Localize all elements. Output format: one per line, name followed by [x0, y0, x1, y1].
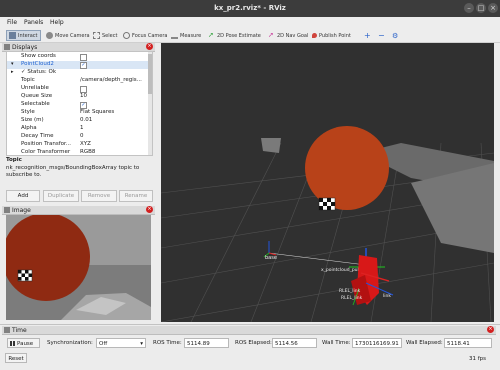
image-panel-header: Image ×	[2, 206, 155, 215]
move-camera-icon	[46, 32, 53, 39]
window-titlebar: kx_pr2.rviz* - RViz – □ ×	[0, 0, 500, 17]
display-row-queue-size[interactable]: Queue Size 10	[7, 93, 152, 101]
display-row-selectable[interactable]: Selectable ✓	[7, 101, 152, 109]
scene-box-left	[261, 138, 281, 153]
menu-file[interactable]: File	[7, 19, 17, 26]
image-icon	[4, 207, 10, 213]
red-ball	[305, 126, 389, 210]
time-panel-header: Time ×	[2, 326, 496, 335]
close-panel-icon[interactable]: ×	[146, 206, 153, 213]
reset-button[interactable]: Reset	[5, 353, 27, 363]
interact-icon	[9, 32, 16, 39]
close-panel-icon[interactable]: ×	[487, 326, 494, 333]
menu-panels[interactable]: Panels	[24, 19, 43, 26]
remove-tool-button[interactable]: −	[378, 31, 385, 40]
camera-image	[6, 215, 151, 320]
tool-measure[interactable]: Measure	[171, 31, 201, 40]
tool-select[interactable]: Select	[93, 31, 117, 40]
display-row-decay-time[interactable]: Decay Time 0	[7, 133, 152, 141]
tool-bar: Interact Move Camera Select Focus Camera…	[0, 29, 500, 43]
rename-button[interactable]: Rename	[119, 190, 153, 202]
camera-image-view	[6, 215, 151, 320]
displays-scrollbar[interactable]	[148, 52, 152, 155]
select-icon	[93, 32, 100, 39]
measure-icon	[171, 33, 178, 39]
tool-properties-button[interactable]: ⚙	[392, 31, 398, 40]
tool-interact[interactable]: Interact	[6, 30, 41, 41]
add-button[interactable]: Add	[6, 190, 40, 202]
pause-button[interactable]: Pause	[7, 338, 40, 348]
property-description: Topic nk_recognition_msgs/BoundingBoxArr…	[6, 155, 151, 187]
display-row-style[interactable]: Style Flat Squares	[7, 109, 152, 117]
nav-goal-icon: ➚	[268, 31, 274, 39]
display-row-alpha[interactable]: Alpha 1	[7, 125, 152, 133]
display-row-unreliable[interactable]: Unreliable	[7, 85, 152, 93]
chevron-down-icon: ▾	[140, 341, 143, 347]
pause-icon	[10, 341, 12, 346]
tool-publish-point[interactable]: Publish Point	[312, 31, 351, 40]
base-frame-label: base	[265, 255, 277, 261]
display-row-size[interactable]: Size (m) 0.01	[7, 117, 152, 125]
focus-camera-icon	[123, 32, 130, 39]
ros-elapsed-field[interactable]: 5114.56	[272, 338, 317, 348]
selectable-checkbox[interactable]: ✓	[80, 102, 87, 109]
window-title: kx_pr2.rviz* - RViz	[214, 4, 286, 12]
scrollbar-thumb[interactable]	[148, 54, 152, 94]
close-icon[interactable]: ×	[488, 3, 498, 13]
menu-bar: File Panels Help	[0, 17, 500, 29]
add-tool-button[interactable]: +	[364, 31, 371, 40]
3d-viewport[interactable]: base x_pointcloud_publisher RLEL_link RL…	[161, 43, 494, 322]
description-text: nk_recognition_msgs/BoundingBoxArray top…	[6, 165, 140, 178]
displays-icon	[4, 44, 10, 50]
display-row-status[interactable]: ▸ ✓ Status: Ok	[7, 69, 152, 77]
close-panel-icon[interactable]: ×	[146, 43, 153, 50]
tool-focus-camera[interactable]: Focus Camera	[123, 31, 168, 40]
display-row-pointcloud2[interactable]: ▾ PointCloud2 ✓	[7, 61, 152, 69]
displays-buttons: Add Duplicate Remove Rename	[6, 190, 153, 202]
show-coords-checkbox[interactable]	[80, 54, 87, 61]
sync-label: Synchronization:	[47, 340, 93, 346]
wall-elapsed-label: Wall Elapsed:	[406, 340, 443, 346]
time-icon	[4, 327, 10, 333]
maximize-icon[interactable]: □	[476, 3, 486, 13]
displays-tree[interactable]: Show coords ▾ PointCloud2 ✓ ▸ ✓ Status: …	[6, 51, 153, 156]
menu-help[interactable]: Help	[50, 19, 64, 26]
pose-estimate-icon: ➚	[208, 31, 214, 39]
ros-elapsed-label: ROS Elapsed:	[235, 340, 272, 346]
display-row-position-transformer[interactable]: Position Transfor... XYZ	[7, 141, 152, 149]
sync-select[interactable]: Off ▾	[96, 338, 146, 348]
publish-point-icon	[312, 33, 317, 38]
fps-readout: 31 fps	[469, 356, 487, 362]
robot-link-label-3: link	[383, 293, 391, 299]
ros-time-field[interactable]: 5114.89	[184, 338, 229, 348]
ros-time-label: ROS Time:	[153, 340, 182, 346]
tool-2d-pose-estimate[interactable]: ➚ 2D Pose Estimate	[208, 31, 261, 40]
minus-icon: −	[378, 31, 385, 40]
checker-marker-image	[17, 269, 33, 282]
duplicate-button[interactable]: Duplicate	[43, 190, 79, 202]
plus-icon: +	[364, 31, 371, 40]
robot-link-label-1: RLEL_link	[339, 288, 361, 294]
wall-time-field[interactable]: 1730116169.91	[352, 338, 402, 348]
description-title: Topic	[6, 157, 22, 163]
tool-move-camera[interactable]: Move Camera	[46, 31, 90, 40]
pointcloud2-checkbox[interactable]: ✓	[80, 62, 87, 69]
tool-2d-nav-goal[interactable]: ➚ 2D Nav Goal	[268, 31, 308, 40]
scene-render: base x_pointcloud_publisher RLEL_link RL…	[161, 43, 494, 322]
wall-time-label: Wall Time:	[322, 340, 351, 346]
time-panel: Time × Pause Synchronization: Off ▾ ROS …	[0, 324, 500, 370]
checker-marker	[318, 197, 336, 211]
display-row-show-coords[interactable]: Show coords	[7, 53, 152, 61]
robot-link-label-2: RLEL_link	[341, 295, 363, 301]
properties-icon: ⚙	[392, 31, 399, 40]
remove-button[interactable]: Remove	[81, 190, 117, 202]
unreliable-checkbox[interactable]	[80, 86, 87, 93]
display-row-topic[interactable]: Topic /camera/depth_regis...	[7, 77, 152, 85]
minimize-icon[interactable]: –	[464, 3, 474, 13]
wall-elapsed-field[interactable]: 5118.41	[444, 338, 492, 348]
